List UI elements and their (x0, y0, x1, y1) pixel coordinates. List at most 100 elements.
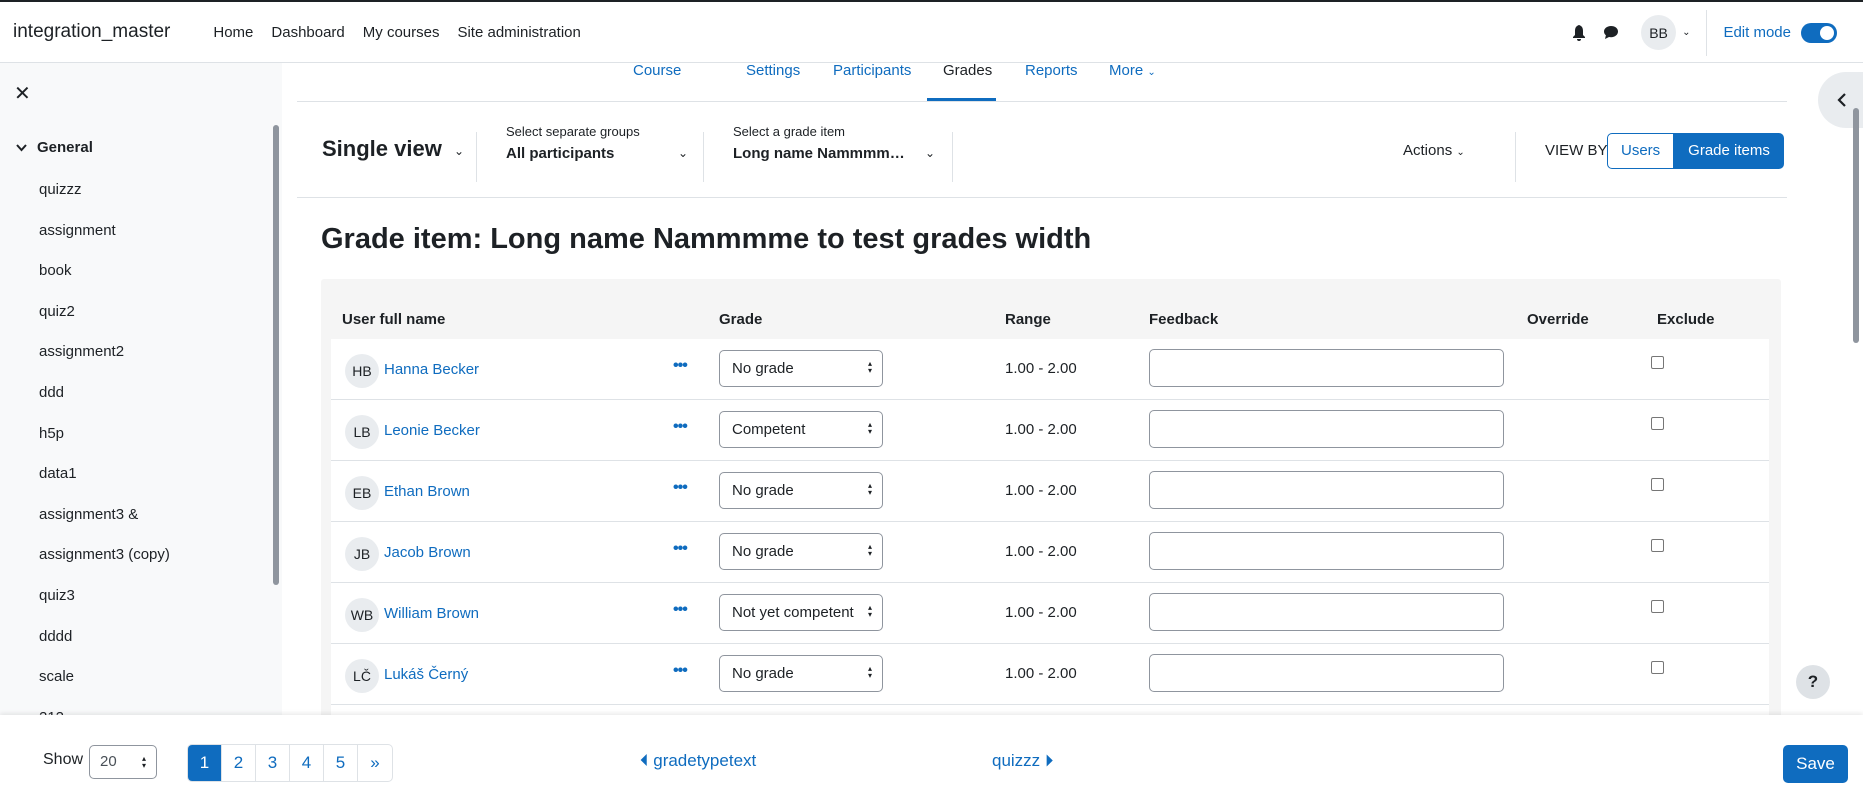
user-link[interactable]: Lukáš Černý (384, 666, 468, 683)
save-button[interactable]: Save (1783, 745, 1848, 783)
chevron-down-icon[interactable]: ⌄ (678, 146, 688, 160)
range-value: 1.00 - 2.00 (1005, 360, 1077, 377)
more-actions-icon[interactable]: ••• (673, 479, 688, 497)
exclude-checkbox[interactable] (1651, 661, 1664, 674)
user-avatar[interactable]: BB (1641, 15, 1677, 50)
exclude-checkbox[interactable] (1651, 600, 1664, 613)
exclude-checkbox[interactable] (1651, 356, 1664, 369)
groups-selector[interactable]: All participants (506, 145, 614, 162)
exclude-checkbox[interactable] (1651, 478, 1664, 491)
nav-site-administration[interactable]: Site administration (448, 24, 589, 41)
user-link[interactable]: Leonie Becker (384, 422, 480, 439)
feedback-input[interactable] (1149, 654, 1504, 692)
more-actions-icon[interactable]: ••• (673, 357, 688, 375)
actions-menu-button[interactable]: Actions ⌄ (1403, 142, 1465, 159)
help-button[interactable]: ? (1796, 665, 1830, 699)
course-index-item[interactable]: dddd (39, 628, 170, 669)
page-link[interactable]: 4 (290, 745, 324, 781)
tab-grades[interactable]: Grades (943, 63, 992, 102)
feedback-input[interactable] (1149, 471, 1504, 509)
user-menu-chevron-down-icon[interactable]: ⌄ (1682, 27, 1690, 38)
page-link[interactable]: 5 (324, 745, 358, 781)
course-index-item[interactable]: assignment3 (copy) (39, 546, 170, 587)
avatar: WB (345, 598, 379, 632)
range-value: 1.00 - 2.00 (1005, 543, 1077, 560)
user-link[interactable]: Ethan Brown (384, 483, 470, 500)
tab-course[interactable]: Course (633, 63, 681, 102)
exclude-checkbox[interactable] (1651, 539, 1664, 552)
course-index-item[interactable]: assignment3 & (39, 506, 170, 547)
previous-grade-item-label: gradetypetext (653, 751, 757, 770)
column-header-range: Range (1005, 311, 1051, 328)
edit-mode-toggle[interactable] (1801, 22, 1837, 43)
nav-home[interactable]: Home (204, 24, 262, 41)
more-actions-icon[interactable]: ••• (673, 540, 688, 558)
site-brand[interactable]: integration_master (13, 21, 170, 43)
exclude-checkbox[interactable] (1651, 417, 1664, 430)
feedback-input[interactable] (1149, 593, 1504, 631)
main-region: Course Settings Participants Grades Repo… (282, 63, 1863, 715)
grade-select[interactable]: No grade (719, 655, 883, 692)
next-grade-item-link[interactable]: quizzz ⏵ (992, 751, 1053, 771)
course-index-item[interactable]: h5p (39, 425, 170, 466)
page-link[interactable]: 3 (256, 745, 290, 781)
chevron-down-icon[interactable]: ⌄ (454, 144, 464, 158)
view-by-grade-items-button[interactable]: Grade items (1674, 133, 1784, 169)
view-by-users-button[interactable]: Users (1607, 133, 1675, 169)
previous-grade-item-link[interactable]: ⏴ gradetypetext (640, 751, 756, 771)
user-link[interactable]: William Brown (384, 605, 479, 622)
section-general[interactable]: General (16, 139, 93, 156)
drawer-scrollbar[interactable] (273, 125, 279, 585)
course-index-item[interactable]: assignment2 (39, 343, 170, 384)
avatar: LB (345, 415, 379, 449)
grade-select[interactable]: Not yet competent (719, 594, 883, 631)
range-value: 1.00 - 2.00 (1005, 482, 1077, 499)
grade-item-selector[interactable]: Long name Nammmm… (733, 145, 905, 162)
page-link[interactable]: 2 (222, 745, 256, 781)
close-icon[interactable]: ✕ (14, 81, 31, 106)
primary-navigation: Home Dashboard My courses Site administr… (204, 24, 590, 41)
separator (476, 132, 477, 182)
nav-dashboard[interactable]: Dashboard (262, 24, 353, 41)
top-navbar: integration_master Home Dashboard My cou… (0, 0, 1863, 63)
course-index-item[interactable]: assignment (39, 222, 170, 263)
grade-select[interactable]: No grade (719, 472, 883, 509)
grade-select[interactable]: Competent (719, 411, 883, 448)
page-scrollbar[interactable] (1853, 108, 1859, 343)
chat-icon[interactable] (1595, 17, 1627, 49)
tab-settings[interactable]: Settings (746, 63, 800, 102)
next-grade-item-label: quizzz (992, 751, 1041, 770)
avatar: HB (345, 354, 379, 388)
more-actions-icon[interactable]: ••• (673, 418, 688, 436)
more-actions-icon[interactable]: ••• (673, 662, 688, 680)
course-index-item[interactable]: quiz3 (39, 587, 170, 628)
next-page-link[interactable]: » (358, 745, 392, 781)
more-actions-icon[interactable]: ••• (673, 601, 688, 619)
chevron-down-icon[interactable]: ⌄ (925, 146, 935, 160)
per-page-select[interactable]: 20 (89, 745, 157, 779)
tab-reports[interactable]: Reports (1025, 63, 1078, 102)
grade-select[interactable]: No grade (719, 533, 883, 570)
feedback-input[interactable] (1149, 349, 1504, 387)
separator (703, 132, 704, 182)
course-index-item[interactable]: ddd (39, 384, 170, 425)
course-index-item[interactable]: book (39, 262, 170, 303)
pagination: 1 2 3 4 5 » (187, 744, 393, 782)
course-index-item[interactable]: data1 (39, 465, 170, 506)
nav-my-courses[interactable]: My courses (354, 24, 449, 41)
page-link[interactable]: 1 (188, 745, 222, 781)
bell-icon[interactable] (1563, 17, 1595, 49)
feedback-input[interactable] (1149, 532, 1504, 570)
user-link[interactable]: Hanna Becker (384, 361, 479, 378)
tab-participants[interactable]: Participants (833, 63, 911, 102)
user-link[interactable]: Jacob Brown (384, 544, 471, 561)
chevron-down-icon: ⌄ (1147, 67, 1156, 78)
report-selector[interactable]: Single view (322, 136, 442, 162)
feedback-input[interactable] (1149, 410, 1504, 448)
course-index-item[interactable]: scale (39, 668, 170, 709)
course-index-item[interactable]: quiz2 (39, 303, 170, 344)
grade-select[interactable]: No grade (719, 350, 883, 387)
course-index-item[interactable]: quizzz (39, 181, 170, 222)
page-title: Grade item: Long name Nammmme to test gr… (321, 223, 1092, 255)
tab-more[interactable]: More ⌄ (1109, 63, 1156, 102)
